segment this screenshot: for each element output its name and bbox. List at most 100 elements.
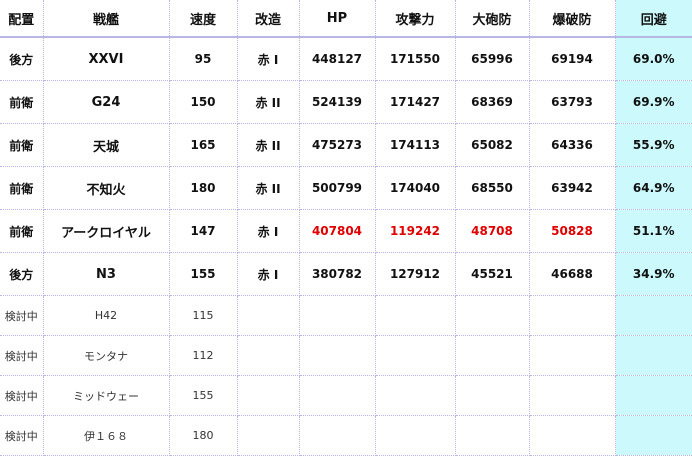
hp-cell[interactable]: 500799 (298, 166, 376, 210)
modification-cell[interactable]: 赤 I (236, 36, 300, 81)
attack-cell[interactable]: 174040 (374, 166, 456, 210)
modification-cell[interactable]: 赤 I (236, 252, 300, 296)
attack-cell[interactable]: 171550 (374, 36, 456, 81)
speed-cell[interactable]: 115 (168, 295, 238, 336)
empty-cell[interactable] (374, 335, 456, 376)
speed-cell[interactable]: 155 (168, 252, 238, 296)
evasion-cell[interactable] (614, 375, 692, 416)
modification-cell[interactable]: 赤 II (236, 80, 300, 124)
candidate-row: 検討中 H42 115 (0, 295, 692, 336)
modification-cell[interactable]: 赤 II (236, 166, 300, 210)
empty-cell[interactable] (528, 295, 616, 336)
position-cell[interactable]: 検討中 (0, 295, 44, 336)
empty-cell[interactable] (236, 295, 300, 336)
attack-cell[interactable]: 174113 (374, 123, 456, 167)
position-cell[interactable]: 前衛 (0, 123, 44, 167)
evasion-cell[interactable] (614, 295, 692, 336)
evasion-cell[interactable]: 64.9% (614, 166, 692, 210)
blast-defense-cell[interactable]: 46688 (528, 252, 616, 296)
speed-cell[interactable]: 155 (168, 375, 238, 416)
gun-defense-cell[interactable]: 68550 (454, 166, 530, 210)
speed-cell[interactable]: 150 (168, 80, 238, 124)
blast-defense-cell[interactable]: 63942 (528, 166, 616, 210)
modification-cell[interactable]: 赤 I (236, 209, 300, 253)
evasion-cell[interactable]: 69.0% (614, 36, 692, 81)
empty-cell[interactable] (236, 415, 300, 456)
evasion-cell[interactable]: 55.9% (614, 123, 692, 167)
modification-cell[interactable]: 赤 II (236, 123, 300, 167)
table-header: 配置 戦艦 速度 改造 HP 攻撃力 大砲防 爆破防 回避 (0, 0, 692, 38)
empty-cell[interactable] (454, 295, 530, 336)
empty-cell[interactable] (374, 375, 456, 416)
battleship-name-cell[interactable]: 伊１６８ (42, 415, 170, 456)
header-position: 配置 (0, 0, 44, 38)
blast-defense-cell[interactable]: 64336 (528, 123, 616, 167)
header-modification: 改造 (236, 0, 300, 38)
battleship-name-cell[interactable]: モンタナ (42, 335, 170, 376)
evasion-cell[interactable]: 34.9% (614, 252, 692, 296)
position-cell[interactable]: 検討中 (0, 375, 44, 416)
speed-cell[interactable]: 165 (168, 123, 238, 167)
gun-defense-cell[interactable]: 65082 (454, 123, 530, 167)
blast-defense-cell[interactable]: 69194 (528, 36, 616, 81)
battleship-name-cell[interactable]: H42 (42, 295, 170, 336)
candidate-row: 検討中 モンタナ 112 (0, 335, 692, 376)
speed-cell[interactable]: 180 (168, 166, 238, 210)
header-blast-defense: 爆破防 (528, 0, 616, 38)
empty-cell[interactable] (528, 335, 616, 376)
evasion-cell[interactable]: 69.9% (614, 80, 692, 124)
battleship-name-cell[interactable]: 天城 (42, 123, 170, 167)
position-cell[interactable]: 検討中 (0, 415, 44, 456)
empty-cell[interactable] (374, 415, 456, 456)
table-row: 前衛 G24 150 赤 II 524139 171427 68369 63793 69.9% (0, 80, 692, 124)
gun-defense-cell[interactable]: 45521 (454, 252, 530, 296)
empty-cell[interactable] (454, 415, 530, 456)
empty-cell[interactable] (528, 375, 616, 416)
table-body: 後方 XXVI 95 赤 I 448127 171550 65996 69194 69.0% 前衛… (0, 36, 692, 456)
speed-cell[interactable]: 112 (168, 335, 238, 376)
empty-cell[interactable] (298, 335, 376, 376)
attack-cell[interactable]: 127912 (374, 252, 456, 296)
empty-cell[interactable] (454, 375, 530, 416)
hp-cell[interactable]: 524139 (298, 80, 376, 124)
empty-cell[interactable] (528, 415, 616, 456)
position-cell[interactable]: 前衛 (0, 209, 44, 253)
battleship-name-cell[interactable]: アークロイヤル (42, 209, 170, 253)
position-cell[interactable]: 検討中 (0, 335, 44, 376)
battleship-name-cell[interactable]: XXVI (42, 36, 170, 81)
hp-cell[interactable]: 475273 (298, 123, 376, 167)
battleship-name-cell[interactable]: G24 (42, 80, 170, 124)
empty-cell[interactable] (298, 375, 376, 416)
gun-defense-cell[interactable]: 48708 (454, 209, 530, 253)
attack-cell[interactable]: 119242 (374, 209, 456, 253)
empty-cell[interactable] (236, 335, 300, 376)
battleship-name-cell[interactable]: 不知火 (42, 166, 170, 210)
table-row: 前衛 天城 165 赤 II 475273 174113 65082 64336 55.9% (0, 123, 692, 167)
hp-cell[interactable]: 380782 (298, 252, 376, 296)
blast-defense-cell[interactable]: 50828 (528, 209, 616, 253)
battleship-name-cell[interactable]: N3 (42, 252, 170, 296)
position-cell[interactable]: 前衛 (0, 80, 44, 124)
empty-cell[interactable] (298, 295, 376, 336)
evasion-cell[interactable]: 51.1% (614, 209, 692, 253)
gun-defense-cell[interactable]: 68369 (454, 80, 530, 124)
position-cell[interactable]: 前衛 (0, 166, 44, 210)
evasion-cell[interactable] (614, 335, 692, 376)
hp-cell[interactable]: 448127 (298, 36, 376, 81)
blast-defense-cell[interactable]: 63793 (528, 80, 616, 124)
gun-defense-cell[interactable]: 65996 (454, 36, 530, 81)
evasion-cell[interactable] (614, 415, 692, 456)
hp-cell[interactable]: 407804 (298, 209, 376, 253)
attack-cell[interactable]: 171427 (374, 80, 456, 124)
speed-cell[interactable]: 147 (168, 209, 238, 253)
speed-cell[interactable]: 95 (168, 36, 238, 81)
position-cell[interactable]: 後方 (0, 252, 44, 296)
position-cell[interactable]: 後方 (0, 36, 44, 81)
speed-cell[interactable]: 180 (168, 415, 238, 456)
empty-cell[interactable] (236, 375, 300, 416)
empty-cell[interactable] (298, 415, 376, 456)
header-hp: HP (298, 0, 376, 38)
empty-cell[interactable] (374, 295, 456, 336)
battleship-name-cell[interactable]: ミッドウェー (42, 375, 170, 416)
empty-cell[interactable] (454, 335, 530, 376)
